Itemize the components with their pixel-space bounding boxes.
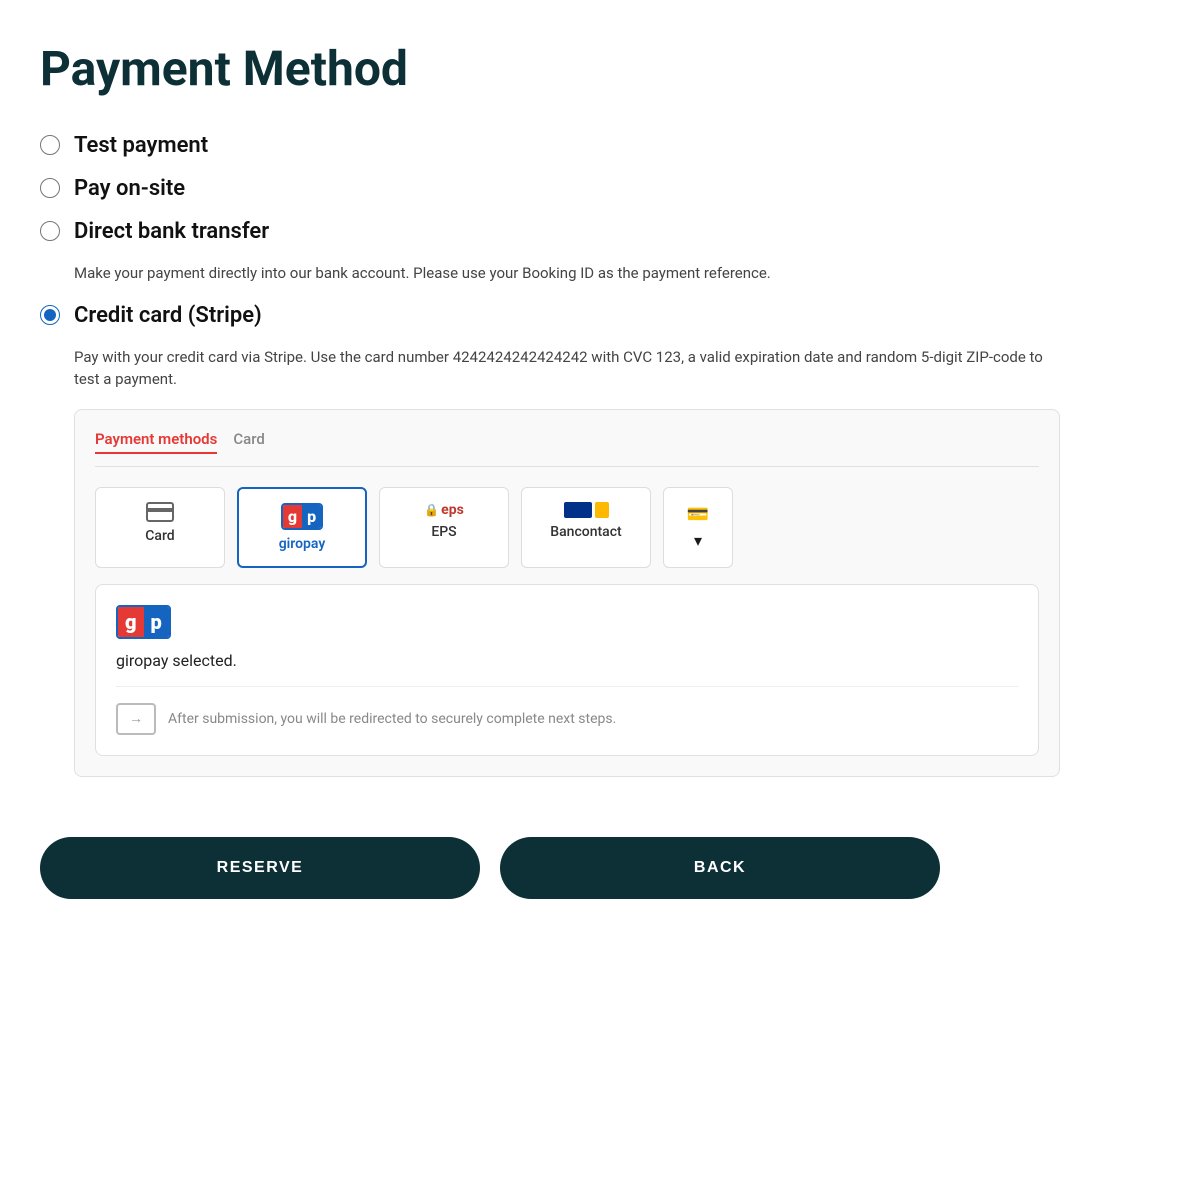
giropay-g: g: [283, 505, 302, 528]
method-card-label: Card: [145, 528, 174, 544]
payment-option-bank-transfer[interactable]: Direct bank transfer: [40, 219, 1060, 244]
label-bank-transfer: Direct bank transfer: [74, 219, 269, 244]
giropay-selected-text: giropay selected.: [116, 651, 1018, 670]
redirect-icon: [116, 703, 156, 735]
method-bancontact[interactable]: Bancontact: [521, 487, 651, 568]
tab-card[interactable]: Card: [233, 430, 265, 454]
payment-methods-grid: Card g p giropay 🔒 eps EPS Bancontact: [95, 487, 1039, 568]
radio-pay-onsite[interactable]: [40, 178, 60, 198]
footer-buttons: RESERVE BACK: [40, 837, 1060, 899]
giropay-logo: g p: [281, 503, 323, 530]
giropay-selected-g: g: [118, 607, 144, 637]
stripe-widget: Payment methods Card Card g p giropay 🔒 …: [74, 409, 1060, 777]
payment-option-onsite[interactable]: Pay on-site: [40, 176, 1060, 201]
method-bancontact-label: Bancontact: [550, 524, 621, 540]
payment-option-test[interactable]: Test payment: [40, 133, 1060, 158]
giropay-p: p: [302, 505, 321, 528]
giropay-selected-logo: g p: [116, 605, 171, 639]
ideal-icon: 💳: [687, 504, 709, 525]
payment-option-credit-card[interactable]: Credit card (Stripe): [40, 303, 1060, 328]
method-eps[interactable]: 🔒 eps EPS: [379, 487, 509, 568]
label-pay-onsite: Pay on-site: [74, 176, 185, 201]
radio-test-payment[interactable]: [40, 135, 60, 155]
stripe-tabs: Payment methods Card: [95, 430, 1039, 467]
radio-credit-card[interactable]: [40, 305, 60, 325]
method-card[interactable]: Card: [95, 487, 225, 568]
giropay-selected-box: g p giropay selected. After submission, …: [95, 584, 1039, 756]
back-button[interactable]: BACK: [500, 837, 940, 899]
bancontact-logo: [564, 502, 609, 518]
bank-transfer-description: Make your payment directly into our bank…: [74, 262, 1060, 285]
credit-card-description: Pay with your credit card via Stripe. Us…: [74, 346, 1060, 391]
eps-lock-icon: 🔒: [424, 503, 439, 517]
redirect-text: After submission, you will be redirected…: [168, 711, 616, 727]
bancontact-blue: [564, 502, 592, 518]
page-title: Payment Method: [40, 40, 1060, 97]
method-giropay[interactable]: g p giropay: [237, 487, 367, 568]
label-test-payment: Test payment: [74, 133, 208, 158]
tab-payment-methods[interactable]: Payment methods: [95, 430, 217, 454]
reserve-button[interactable]: RESERVE: [40, 837, 480, 899]
label-credit-card: Credit card (Stripe): [74, 303, 262, 328]
more-chevron-icon: ▾: [694, 531, 702, 550]
method-more[interactable]: 💳 ▾: [663, 487, 733, 568]
bancontact-yellow: [595, 502, 609, 518]
method-eps-label: EPS: [431, 524, 456, 540]
radio-bank-transfer[interactable]: [40, 221, 60, 241]
redirect-info: After submission, you will be redirected…: [116, 686, 1018, 735]
method-giropay-label: giropay: [279, 536, 326, 552]
giropay-selected-p: p: [144, 607, 169, 637]
card-icon: [146, 502, 174, 522]
eps-logo: 🔒 eps: [424, 502, 464, 518]
eps-text: eps: [441, 502, 464, 518]
